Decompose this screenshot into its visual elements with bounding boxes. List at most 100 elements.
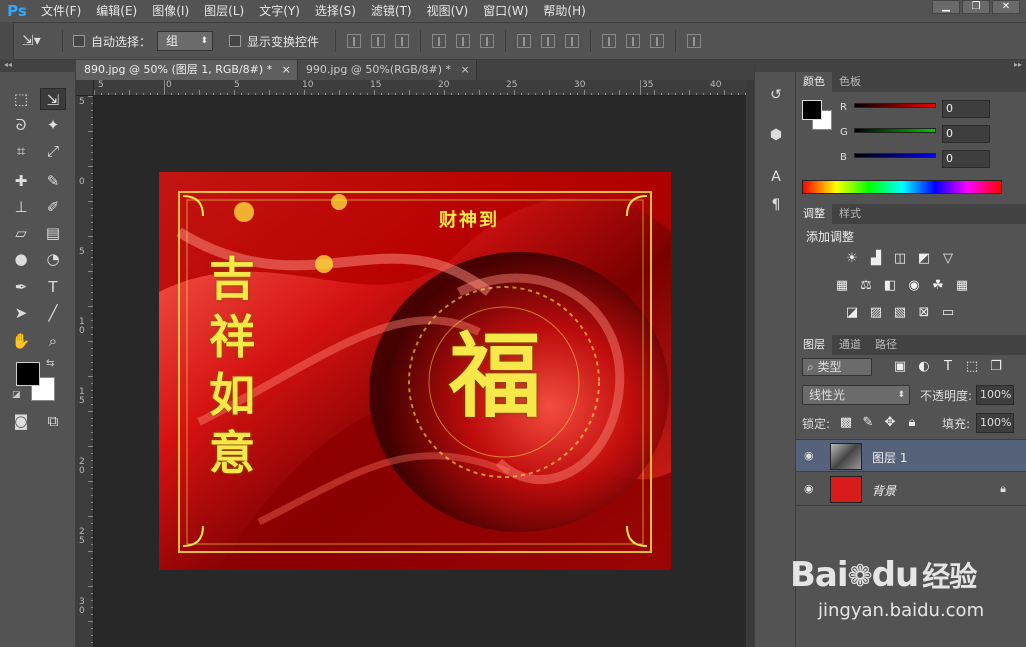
- black-white-icon[interactable]: ◧: [882, 279, 898, 293]
- gradient-map-icon[interactable]: ▭: [940, 306, 956, 320]
- tab-swatches[interactable]: 色板: [832, 72, 868, 92]
- layer-row-background[interactable]: ◉ 背景 🔒︎: [796, 473, 1026, 506]
- hand-tool-icon[interactable]: ✋: [8, 330, 34, 352]
- close-tab-icon[interactable]: ×: [282, 63, 291, 76]
- menu-view[interactable]: 视图(V): [420, 0, 477, 22]
- options-grip[interactable]: [0, 22, 14, 60]
- tab-color[interactable]: 颜色: [796, 72, 832, 92]
- vertical-scrollbar[interactable]: [746, 80, 754, 647]
- type-tool-icon[interactable]: T: [40, 276, 66, 298]
- layer-row-layer1[interactable]: ◉ 图层 1: [796, 439, 1026, 472]
- paragraph-icon[interactable]: ¶: [765, 194, 787, 216]
- character-icon[interactable]: A: [765, 166, 787, 188]
- collapse-icon[interactable]: ◂◂: [0, 60, 76, 72]
- close-button[interactable]: ✕: [992, 0, 1020, 14]
- lock-transparent-icon[interactable]: ▩: [838, 416, 854, 430]
- menu-type[interactable]: 文字(Y): [252, 0, 308, 22]
- swap-colors-icon[interactable]: ⇆: [46, 358, 54, 369]
- vibrance-icon[interactable]: ▽: [940, 252, 956, 266]
- tab-adjustments[interactable]: 调整: [796, 204, 832, 224]
- distribute-bottom-icon[interactable]: [565, 34, 580, 48]
- filter-smart-icon[interactable]: ❐: [988, 360, 1004, 374]
- line-tool-icon[interactable]: ╱: [40, 302, 66, 324]
- document-image[interactable]: 吉 祥 如 意 福 财神到: [159, 172, 671, 570]
- minimize-button[interactable]: ▁: [932, 0, 960, 14]
- blend-mode-dropdown[interactable]: 线性光 ⬍: [802, 385, 910, 405]
- align-hcenter-icon[interactable]: [456, 34, 471, 48]
- move-tool-preset-icon[interactable]: ⇲▾: [22, 33, 56, 49]
- tab-990[interactable]: 990.jpg @ 50%(RGB/8#) * ×: [297, 60, 477, 80]
- visibility-eye-icon[interactable]: ◉: [804, 450, 818, 462]
- strip-collapse[interactable]: [755, 60, 797, 72]
- threshold-icon[interactable]: ▧: [892, 306, 908, 320]
- tab-styles[interactable]: 样式: [832, 204, 868, 224]
- menu-edit[interactable]: 编辑(E): [89, 0, 145, 22]
- healing-brush-tool-icon[interactable]: ✚: [8, 170, 34, 192]
- expand-icon[interactable]: ▸▸: [796, 60, 1026, 72]
- screen-mode-icon[interactable]: ⧉: [40, 410, 66, 432]
- pen-tool-icon[interactable]: ✒: [8, 276, 34, 298]
- marquee-tool-icon[interactable]: ⬚: [8, 88, 34, 110]
- fill-input[interactable]: 100%: [976, 413, 1014, 433]
- crop-tool-icon[interactable]: ⌗: [8, 140, 34, 162]
- blur-tool-icon[interactable]: ●: [8, 248, 34, 270]
- channel-b-slider[interactable]: [854, 153, 936, 158]
- history-icon[interactable]: ↺: [765, 84, 787, 106]
- align-left-icon[interactable]: [432, 34, 447, 48]
- dodge-tool-icon[interactable]: ◔: [40, 248, 66, 270]
- photo-filter-icon[interactable]: ◉: [906, 279, 922, 293]
- posterize-icon[interactable]: ▨: [868, 306, 884, 320]
- channel-b-input[interactable]: 0: [942, 150, 990, 168]
- menu-layer[interactable]: 图层(L): [197, 0, 252, 22]
- zoom-tool-icon[interactable]: ⌕: [40, 330, 66, 352]
- color-balance-icon[interactable]: ⚖: [858, 279, 874, 293]
- align-bottom-icon[interactable]: [395, 34, 410, 48]
- tab-channels[interactable]: 通道: [832, 335, 868, 355]
- auto-select-dropdown[interactable]: 组 ⬍: [157, 31, 214, 51]
- lock-pixels-icon[interactable]: ✎: [860, 416, 876, 430]
- menu-select[interactable]: 选择(S): [308, 0, 364, 22]
- channel-g-slider[interactable]: [854, 128, 936, 133]
- channel-mixer-icon[interactable]: ☘: [930, 279, 946, 293]
- levels-icon[interactable]: ▟: [868, 252, 884, 266]
- tab-layers[interactable]: 图层: [796, 335, 832, 355]
- filter-shape-icon[interactable]: ⬚: [964, 360, 980, 374]
- distribute-vcenter-icon[interactable]: [541, 34, 556, 48]
- magic-wand-tool-icon[interactable]: ✦: [40, 114, 66, 136]
- menu-image[interactable]: 图像(I): [145, 0, 197, 22]
- gradient-tool-icon[interactable]: ▤: [40, 222, 66, 244]
- invert-icon[interactable]: ◪: [844, 306, 860, 320]
- menu-help[interactable]: 帮助(H): [536, 0, 593, 22]
- brush-tool-icon[interactable]: ✎: [40, 170, 66, 192]
- lasso-tool-icon[interactable]: ᘐ: [8, 114, 34, 136]
- layer-filter-dropdown[interactable]: ⌕ 类型: [802, 358, 872, 376]
- curves-icon[interactable]: ◫: [892, 252, 908, 266]
- channel-r-slider[interactable]: [854, 103, 936, 108]
- align-vcenter-icon[interactable]: [371, 34, 386, 48]
- tab-890[interactable]: 890.jpg @ 50% (图层 1, RGB/8#) * ×: [76, 60, 298, 80]
- ruler-origin[interactable]: [76, 80, 94, 96]
- opacity-input[interactable]: 100%: [976, 385, 1014, 405]
- distribute-right-icon[interactable]: [650, 34, 665, 48]
- menu-filter[interactable]: 滤镜(T): [364, 0, 420, 22]
- move-tool-icon[interactable]: ⇲: [40, 88, 66, 110]
- maximize-button[interactable]: ❐: [962, 0, 990, 14]
- channel-g-input[interactable]: 0: [942, 125, 990, 143]
- color-spectrum-bar[interactable]: [802, 180, 1002, 194]
- align-top-icon[interactable]: [347, 34, 362, 48]
- 3d-icon[interactable]: ⬢: [765, 124, 787, 146]
- filter-pixel-icon[interactable]: ▣: [892, 360, 908, 374]
- history-brush-tool-icon[interactable]: ✐: [40, 196, 66, 218]
- visibility-eye-icon[interactable]: ◉: [804, 483, 818, 495]
- exposure-icon[interactable]: ◩: [916, 252, 932, 266]
- eyedropper-tool-icon[interactable]: ⤢: [40, 140, 66, 162]
- filter-adjust-icon[interactable]: ◐: [916, 360, 932, 374]
- color-lookup-icon[interactable]: ▦: [954, 279, 970, 293]
- selective-color-icon[interactable]: ⊠: [916, 306, 932, 320]
- fg-color-swatch[interactable]: [802, 100, 822, 120]
- foreground-color-swatch[interactable]: [16, 362, 40, 386]
- clone-stamp-tool-icon[interactable]: ⊥: [8, 196, 34, 218]
- quick-mask-icon[interactable]: ◙: [8, 410, 34, 432]
- eraser-tool-icon[interactable]: ▱: [8, 222, 34, 244]
- path-selection-tool-icon[interactable]: ➤: [8, 302, 34, 324]
